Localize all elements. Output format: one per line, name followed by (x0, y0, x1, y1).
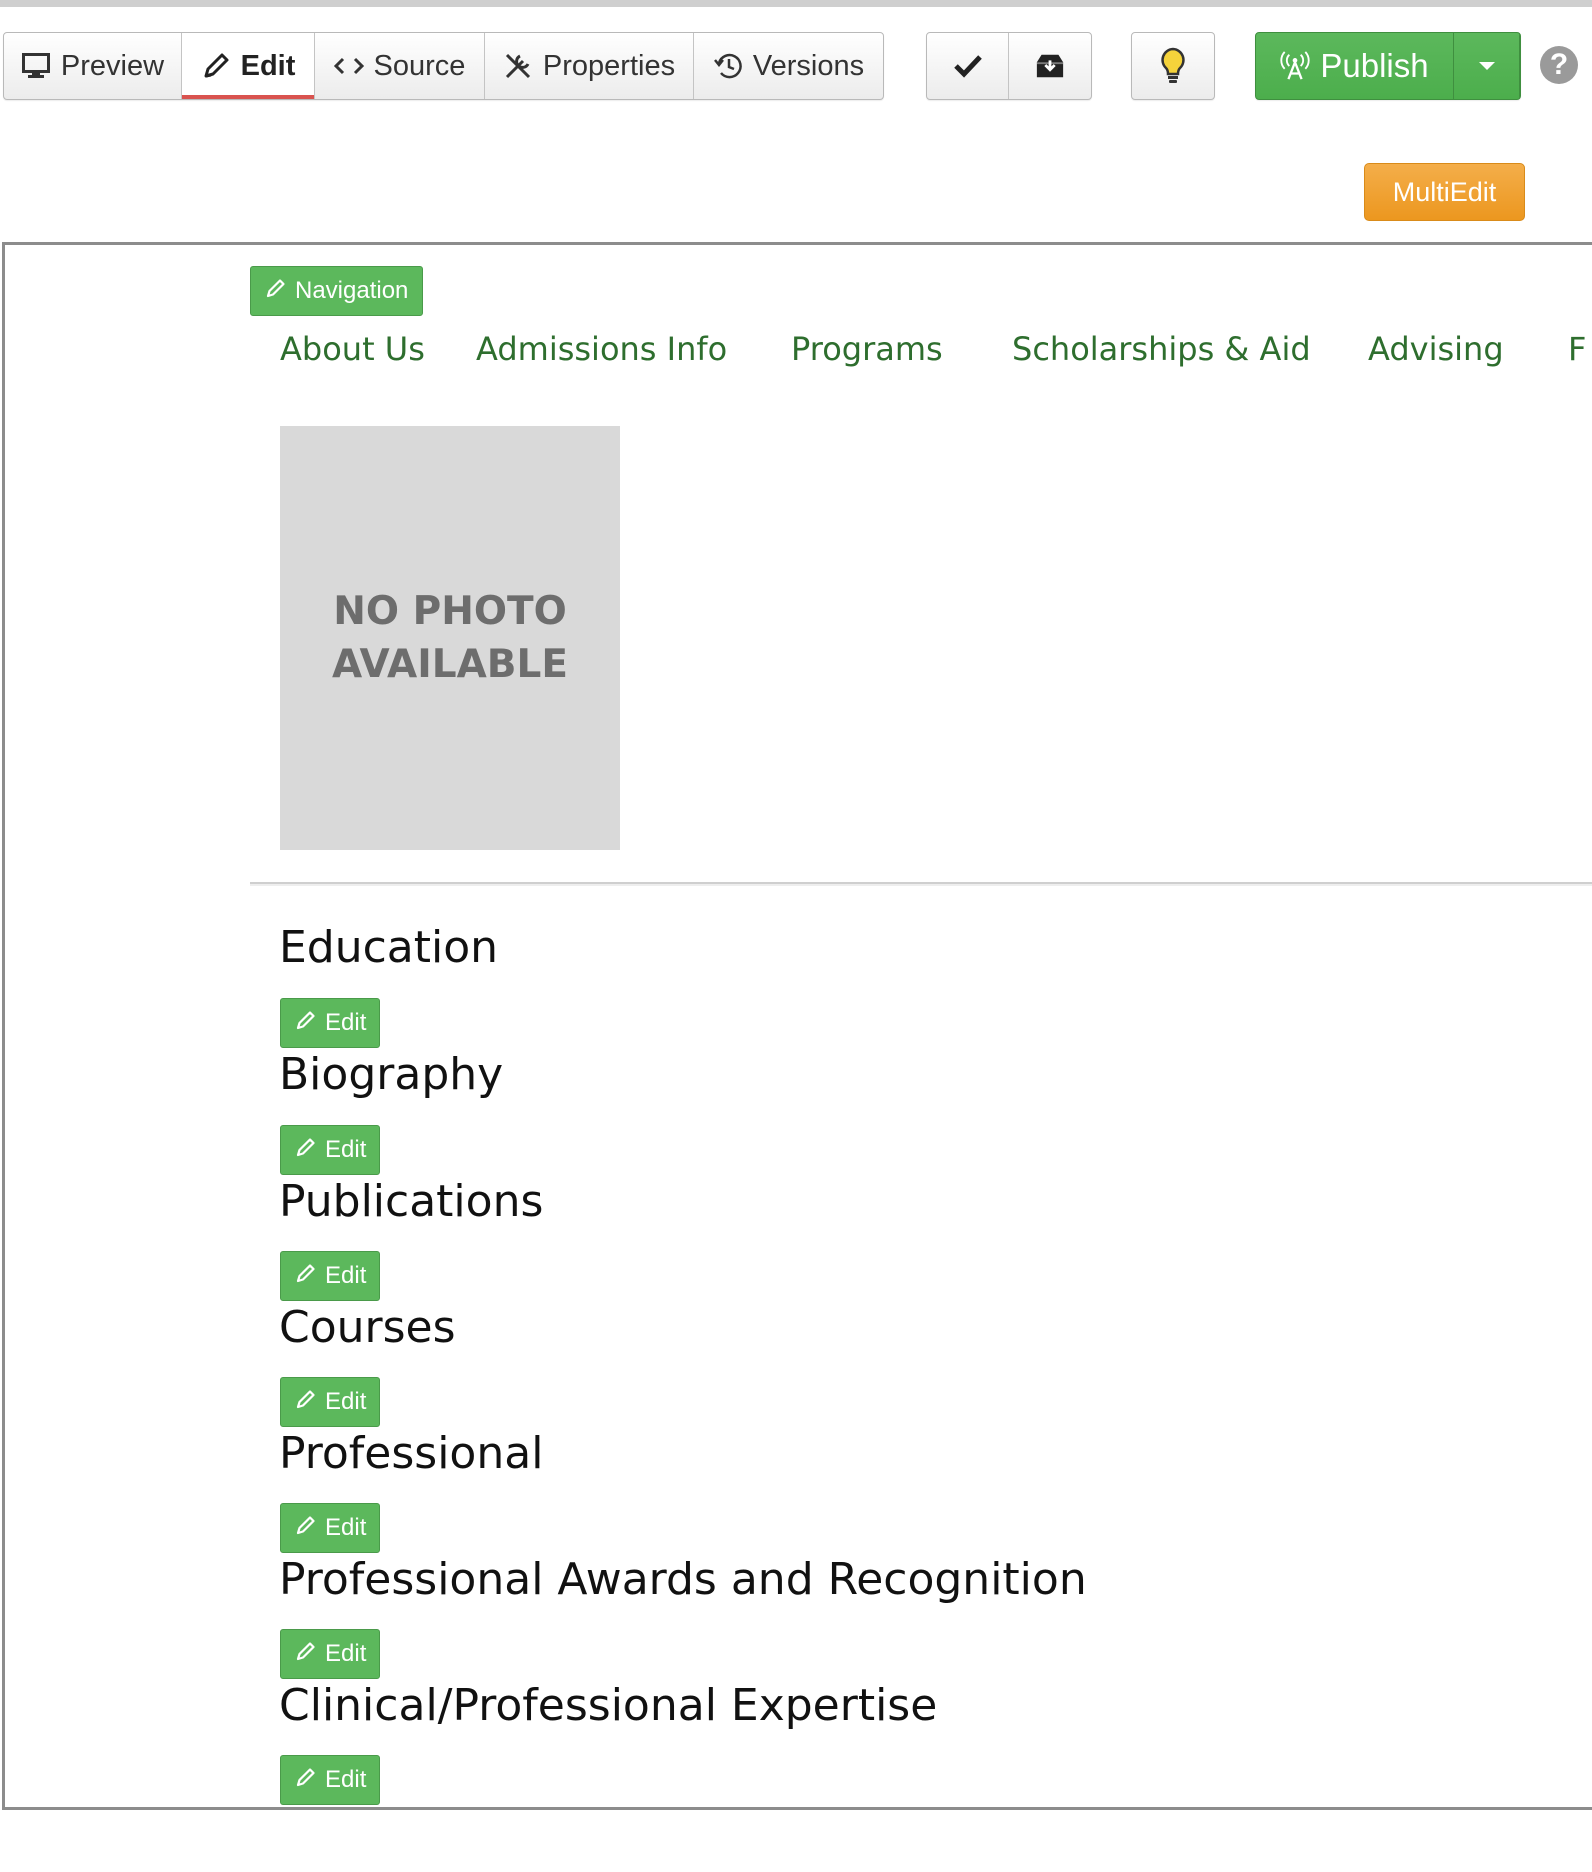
site-navigation: About Us Admissions Info Programs Schola… (280, 330, 1586, 368)
section-title-professional: Professional (279, 1428, 544, 1479)
profile-photo-placeholder[interactable]: NO PHOTO AVAILABLE (280, 426, 620, 850)
pencil-icon (295, 1640, 317, 1669)
monitor-icon (21, 51, 51, 81)
pencil-icon (265, 277, 287, 306)
nav-link-programs[interactable]: Programs (791, 330, 1012, 368)
properties-button[interactable]: Properties (485, 33, 694, 99)
edit-label: Edit (325, 1514, 367, 1541)
section-title-expertise: Clinical/Professional Expertise (279, 1680, 938, 1731)
edit-professional-button[interactable]: Edit (280, 1503, 380, 1553)
edit-education-button[interactable]: Edit (280, 998, 380, 1048)
section-title-courses: Courses (279, 1302, 456, 1353)
help-icon[interactable]: ? (1540, 46, 1578, 84)
publish-toolbar: Publish (1255, 32, 1521, 100)
source-label: Source (373, 49, 466, 82)
mode-toolbar: Preview Edit Source Properties Versions (3, 32, 884, 100)
nav-link-about-us[interactable]: About Us (280, 330, 476, 368)
broadcast-tower-icon (1280, 51, 1310, 81)
properties-label: Properties (542, 49, 676, 82)
edit-label: Edit (325, 1388, 367, 1415)
section-title-biography: Biography (279, 1049, 504, 1100)
navigation-edit-button[interactable]: Navigation (250, 266, 424, 316)
nav-link-scholarships-aid[interactable]: Scholarships & Aid (1012, 330, 1368, 368)
section-title-publications: Publications (279, 1176, 544, 1227)
multiedit-button[interactable]: MultiEdit (1364, 163, 1525, 221)
pencil-icon (295, 1136, 317, 1165)
section-title-education: Education (279, 922, 499, 973)
edit-mode-label: Edit (240, 49, 296, 82)
check-icon (953, 51, 983, 81)
state-toolbar (926, 32, 1092, 100)
edit-label: Edit (325, 1766, 367, 1793)
publish-label: Publish (1320, 47, 1429, 84)
window-top-border (0, 0, 1592, 7)
source-button[interactable]: Source (315, 33, 485, 99)
nav-link-truncated[interactable]: F (1568, 330, 1586, 368)
photo-placeholder-line2: AVAILABLE (331, 642, 569, 687)
content-divider (250, 882, 1592, 886)
edit-label: Edit (325, 1640, 367, 1667)
code-icon (333, 51, 364, 81)
edit-label: Edit (325, 1009, 367, 1036)
edit-expertise-button[interactable]: Edit (280, 1755, 380, 1805)
history-icon (713, 51, 743, 81)
approve-button[interactable] (927, 33, 1009, 99)
pencil-icon (295, 1514, 317, 1543)
section-title-awards: Professional Awards and Recognition (279, 1554, 1087, 1605)
pencil-icon (295, 1766, 317, 1795)
photo-placeholder-line1: NO PHOTO (333, 589, 567, 634)
nav-link-admissions-info[interactable]: Admissions Info (476, 330, 791, 368)
checkin-button[interactable] (1009, 33, 1091, 99)
edit-label: Edit (325, 1262, 367, 1289)
preview-label: Preview (60, 49, 165, 82)
pencil-icon (295, 1388, 317, 1417)
preview-button[interactable]: Preview (4, 33, 182, 99)
navigation-label: Navigation (295, 277, 409, 304)
edit-courses-button[interactable]: Edit (280, 1377, 380, 1427)
caret-down-icon (1472, 51, 1502, 81)
tips-button[interactable] (1132, 33, 1214, 99)
pencil-icon (295, 1009, 317, 1038)
edit-biography-button[interactable]: Edit (280, 1125, 380, 1175)
edit-label: Edit (325, 1136, 367, 1163)
lightbulb-icon (1158, 47, 1188, 83)
edit-mode-button[interactable]: Edit (182, 33, 315, 99)
pencil-icon (201, 51, 231, 81)
edit-publications-button[interactable]: Edit (280, 1251, 380, 1301)
publish-button[interactable]: Publish (1256, 33, 1454, 99)
versions-button[interactable]: Versions (694, 33, 883, 99)
publish-options-button[interactable] (1454, 33, 1520, 99)
edit-awards-button[interactable]: Edit (280, 1629, 380, 1679)
wrench-icon (503, 51, 533, 81)
nav-link-advising[interactable]: Advising (1368, 330, 1568, 368)
archive-icon (1035, 51, 1065, 81)
pencil-icon (295, 1262, 317, 1291)
versions-label: Versions (752, 49, 865, 82)
tips-toolbar (1131, 32, 1215, 100)
